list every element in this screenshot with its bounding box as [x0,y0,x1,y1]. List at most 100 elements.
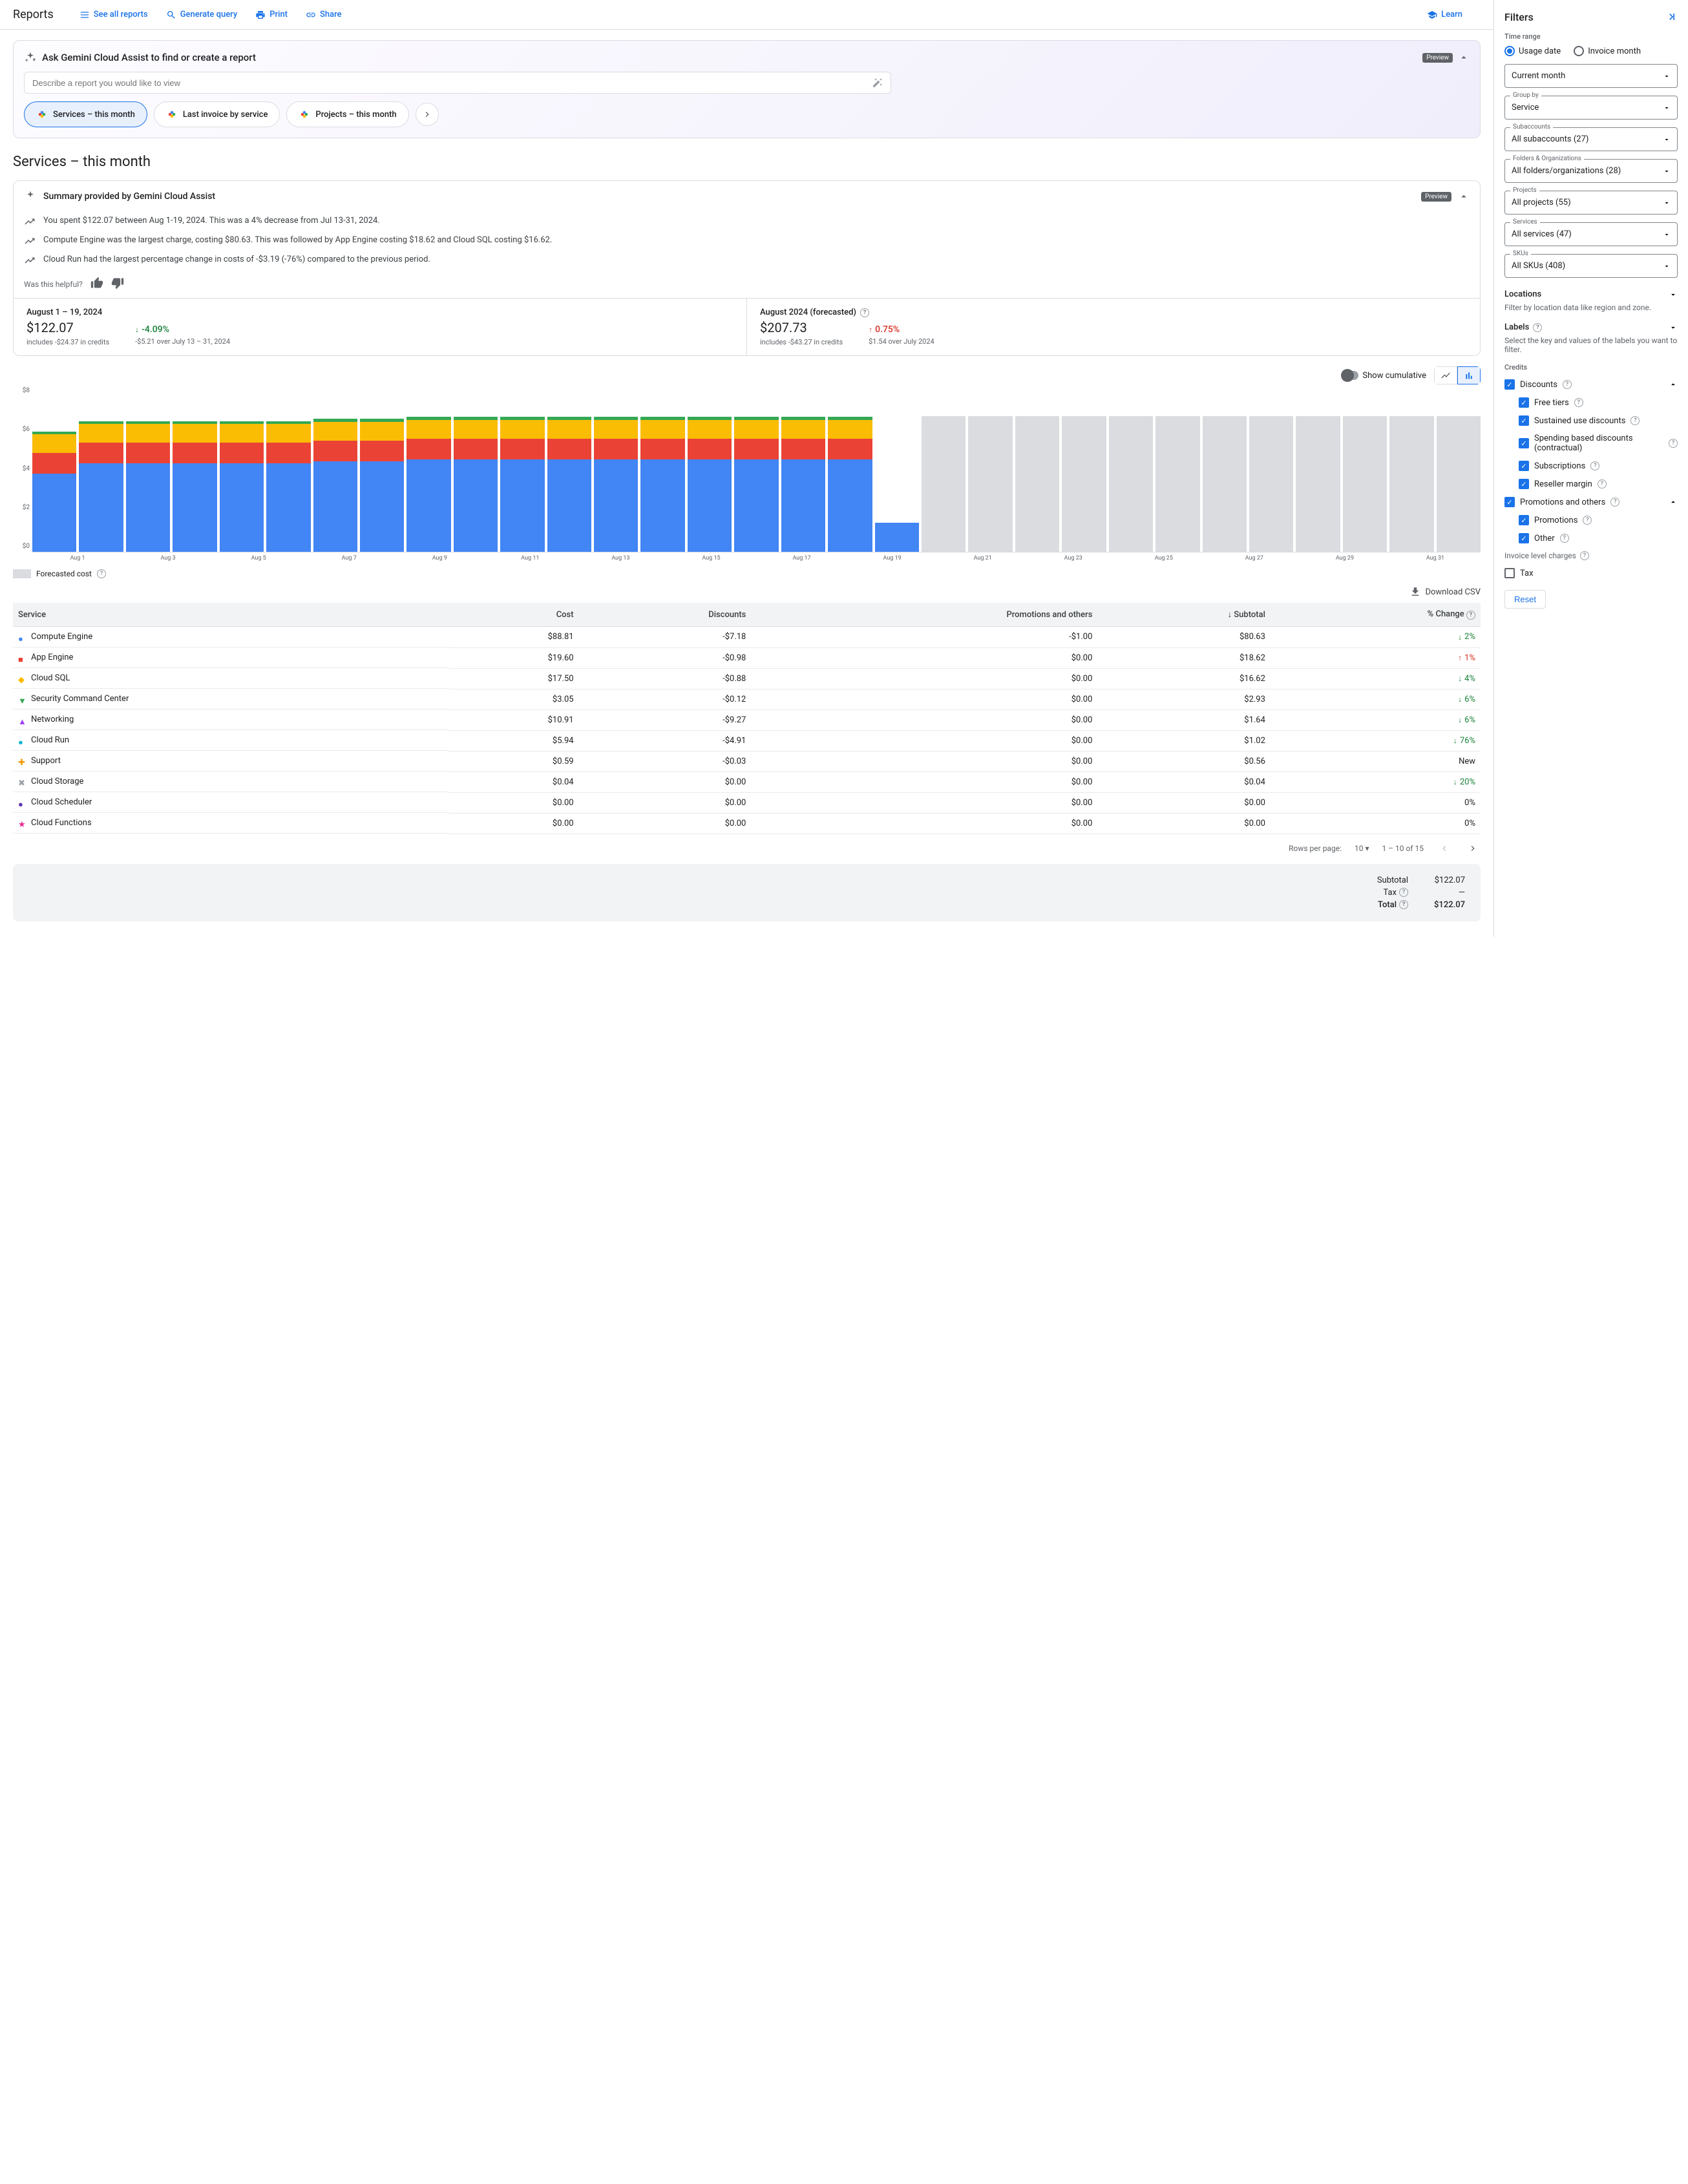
chart-bar[interactable] [547,387,591,552]
chart-bar[interactable] [1249,387,1293,552]
table-row[interactable]: ✚Support$0.59-$0.03$0.00$0.56New [13,751,1481,772]
table-row[interactable]: ★Cloud Functions$0.00$0.00$0.00$0.000% [13,813,1481,834]
chip-last-invoice[interactable]: Last invoice by service [154,101,280,127]
chart-bar[interactable] [32,387,76,552]
table-header[interactable]: Promotions and others [751,603,1097,627]
skus-select[interactable]: SKUsAll SKUs (408) [1504,254,1678,278]
thumbs-down-button[interactable] [111,277,124,291]
chart-bar[interactable] [688,387,732,552]
help-icon[interactable]: ? [860,308,869,317]
thumbs-up-button[interactable] [90,277,103,291]
projects-select[interactable]: ProjectsAll projects (55) [1504,191,1678,215]
chart-bar[interactable] [594,387,638,552]
next-page-button[interactable] [1465,841,1481,856]
table-header[interactable]: ↓ Subtotal [1097,603,1271,627]
collapse-icon[interactable] [1458,52,1470,63]
help-icon[interactable]: ? [1610,498,1619,507]
help-icon[interactable]: ? [1560,534,1569,543]
help-icon[interactable]: ? [1466,611,1475,620]
chip-projects-this-month[interactable]: Projects – this month [286,101,408,127]
table-row[interactable]: ●Cloud Run$5.94-$4.91$0.00$1.02↓76% [13,730,1481,751]
chart-bar[interactable] [360,387,404,552]
labels-section[interactable]: Labels? [1504,319,1678,336]
chart-bar[interactable] [126,387,170,552]
help-icon[interactable]: ? [1399,900,1408,909]
chart-bar[interactable] [1155,387,1199,552]
chart-bar[interactable] [406,387,450,552]
chips-next-button[interactable] [416,103,439,126]
table-row[interactable]: ●Cloud Scheduler$0.00$0.00$0.00$0.000% [13,792,1481,813]
toggle-switch[interactable] [1343,371,1358,380]
chart-bar[interactable] [1015,387,1059,552]
other-checkbox[interactable]: Other? [1519,529,1678,547]
folders-select[interactable]: Folders & OrganizationsAll folders/organ… [1504,159,1678,183]
discounts-checkbox[interactable]: Discounts? [1504,375,1678,394]
free-tiers-checkbox[interactable]: Free tiers? [1519,394,1678,412]
table-header[interactable]: Service [13,603,448,627]
chart-bar[interactable] [1389,387,1433,552]
chart-bar[interactable] [500,387,544,552]
locations-section[interactable]: Locations [1504,286,1678,303]
share-link[interactable]: Share [306,10,342,20]
group-by-select[interactable]: Group byService [1504,96,1678,120]
chart-bar[interactable] [1296,387,1340,552]
chart-bar[interactable] [1062,387,1106,552]
chart-bar[interactable] [734,387,778,552]
chart-bar[interactable] [220,387,264,552]
help-icon[interactable]: ? [1590,461,1599,470]
table-header[interactable]: Discounts [579,603,752,627]
bar-view-button[interactable] [1457,366,1481,384]
help-icon[interactable]: ? [1630,416,1640,425]
table-row[interactable]: ■App Engine$19.60-$0.98$0.00$18.62↑1% [13,647,1481,668]
chart-bar[interactable] [828,387,872,552]
table-header[interactable]: % Change ? [1271,603,1481,627]
help-icon[interactable]: ? [1533,323,1542,332]
help-icon[interactable]: ? [1399,888,1408,897]
chart-bar[interactable] [1109,387,1153,552]
table-header[interactable]: Cost [448,603,578,627]
chart-bar[interactable] [875,387,919,552]
promotions-others-checkbox[interactable]: Promotions and others? [1504,493,1678,511]
help-icon[interactable]: ? [1563,380,1572,389]
subscriptions-checkbox[interactable]: Subscriptions? [1519,457,1678,475]
help-icon[interactable]: ? [1669,439,1678,448]
tax-checkbox[interactable]: Tax [1504,564,1678,582]
cumulative-toggle[interactable]: Show cumulative [1343,371,1426,381]
collapse-icon[interactable] [1458,191,1470,202]
subaccounts-select[interactable]: SubaccountsAll subaccounts (27) [1504,127,1678,151]
table-row[interactable]: ▼Security Command Center$3.05-$0.12$0.00… [13,689,1481,709]
chart-bar[interactable] [1343,387,1387,552]
chip-services-this-month[interactable]: Services – this month [24,101,147,127]
reset-button[interactable]: Reset [1504,590,1546,609]
chart-bar[interactable] [781,387,825,552]
gemini-search-input[interactable] [24,72,891,94]
help-icon[interactable]: ? [1574,398,1583,407]
reseller-margin-checkbox[interactable]: Reseller margin? [1519,475,1678,493]
print-link[interactable]: Print [255,10,288,20]
table-row[interactable]: ◆Cloud SQL$17.50-$0.88$0.00$16.62↓4% [13,668,1481,689]
rows-per-page-select[interactable]: 10 ▾ [1355,844,1369,853]
chart-bar[interactable] [1437,387,1481,552]
table-row[interactable]: ✖Cloud Storage$0.04$0.00$0.00$0.04↓20% [13,772,1481,792]
see-all-reports-link[interactable]: See all reports [79,10,148,20]
invoice-month-radio[interactable]: Invoice month [1574,46,1641,56]
download-csv-button[interactable]: Download CSV [13,586,1481,598]
chart-bar[interactable] [79,387,123,552]
help-icon[interactable]: ? [1580,551,1589,560]
table-row[interactable]: ▲Networking$10.91-$9.27$0.00$1.64↓6% [13,709,1481,730]
promotions-checkbox[interactable]: Promotions? [1519,511,1678,529]
chart-bar[interactable] [968,387,1012,552]
chart-bar[interactable] [173,387,216,552]
line-view-button[interactable] [1434,366,1457,384]
chart-bar[interactable] [313,387,357,552]
chart-bar[interactable] [640,387,684,552]
gemini-input-field[interactable] [32,78,872,88]
chart-bar[interactable] [454,387,498,552]
generate-query-link[interactable]: Generate query [166,10,238,20]
services-select[interactable]: ServicesAll services (47) [1504,222,1678,246]
chart-bar[interactable] [266,387,310,552]
spending-based-checkbox[interactable]: Spending based discounts (contractual)? [1519,430,1678,457]
chart-bar[interactable] [922,387,965,552]
prev-page-button[interactable] [1437,841,1452,856]
time-range-select[interactable]: Current month [1504,64,1678,88]
